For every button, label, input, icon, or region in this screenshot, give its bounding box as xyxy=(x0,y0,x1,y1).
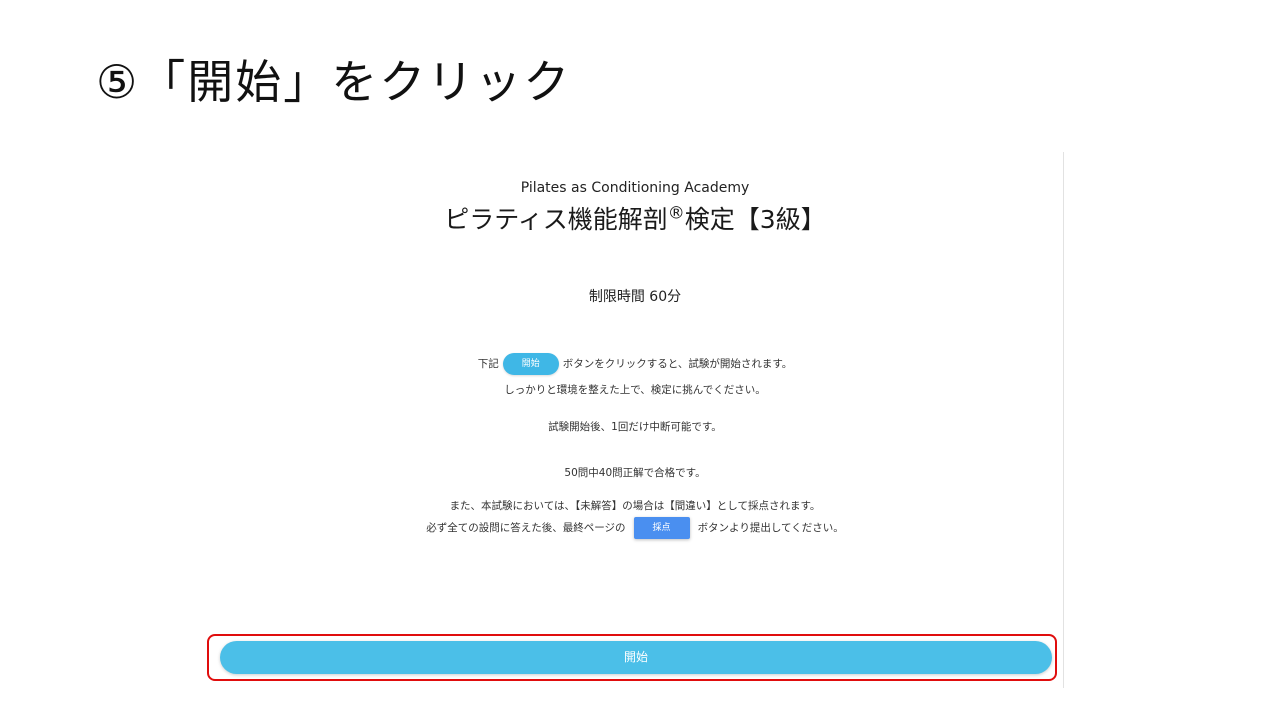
academy-name: Pilates as Conditioning Academy xyxy=(520,180,750,196)
pass-note: 50問中40問正解で合格です。 xyxy=(564,467,706,479)
submit-prefix: 必ず全ての設問に答えた後、最終ページの xyxy=(426,522,626,534)
slide-title: ⑤「開始」をクリック xyxy=(96,55,572,109)
submit-instruction: 必ず全ての設問に答えた後、最終ページの 採点 ボタンより提出してください。 xyxy=(207,517,1063,539)
instruction-suffix: ボタンをクリックすると、試験が開始されます。 xyxy=(562,358,793,370)
inline-start-button[interactable]: 開始 xyxy=(502,353,559,375)
start-instruction: 下記 開始 ボタンをクリックすると、試験が開始されます。 xyxy=(207,353,1063,375)
instruction-prefix: 下記 xyxy=(477,358,499,370)
inline-score-button[interactable]: 採点 xyxy=(633,517,690,539)
exam-title-level: 検定【3級】 xyxy=(684,205,826,234)
unanswered-note: また、本試験においては、【未解答】の場合は【間違い】として採点されます。 xyxy=(449,500,821,512)
submit-suffix: ボタンより提出してください。 xyxy=(697,522,844,534)
time-limit: 制限時間 60分 xyxy=(588,289,682,305)
exam-title: ピラティス機能解剖®検定【3級】 xyxy=(207,200,1063,236)
exam-title-main: ピラティス機能解剖 xyxy=(444,205,668,234)
start-button[interactable]: 開始 xyxy=(220,641,1052,674)
registered-mark: ® xyxy=(667,203,685,224)
pause-note: 試験開始後、1回だけ中断可能です。 xyxy=(548,421,722,433)
environment-note: しっかりと環境を整えた上で、検定に挑んでください。 xyxy=(504,384,766,396)
exam-screen: Pilates as Conditioning Academy ピラティス機能解… xyxy=(207,152,1064,688)
slide: ⑤「開始」をクリック Pilates as Conditioning Acade… xyxy=(0,0,1280,720)
